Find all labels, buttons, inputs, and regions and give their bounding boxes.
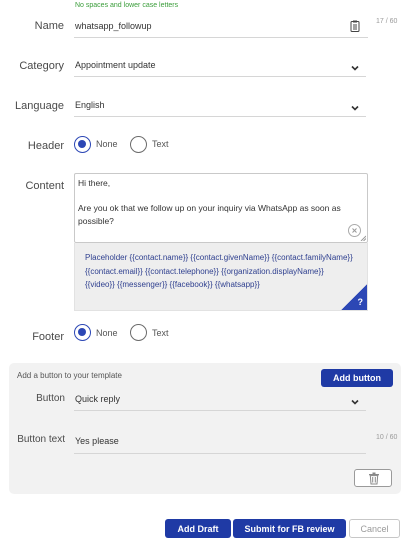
content-label: Content: [25, 180, 64, 192]
add-draft-button[interactable]: Add Draft: [165, 519, 231, 538]
resize-handle-icon[interactable]: [360, 235, 366, 241]
help-glyph: ?: [357, 297, 364, 307]
footer-radio-none-label: None: [96, 328, 118, 338]
header-label: Header: [27, 140, 64, 152]
footer-radio-text[interactable]: [130, 324, 147, 341]
delete-button[interactable]: [354, 469, 392, 487]
chevron-down-icon: [350, 60, 360, 71]
header-radio-text[interactable]: [130, 136, 147, 153]
content-body: Hi there, Are you ok that we follow up o…: [78, 178, 341, 226]
header-radio-none-label: None: [96, 139, 118, 149]
clipboard-icon[interactable]: [350, 19, 360, 32]
category-select[interactable]: Appointment update: [74, 55, 366, 77]
button-text-value: Yes please: [75, 436, 119, 446]
language-select[interactable]: English: [74, 95, 366, 117]
footer-label: Footer: [32, 331, 64, 343]
chevron-down-icon: [350, 100, 360, 111]
button-text-label: Button text: [17, 434, 65, 445]
button-type-select[interactable]: Quick reply: [74, 389, 366, 411]
footer-radio-text-label: Text: [152, 328, 169, 338]
trash-icon: [369, 472, 379, 485]
button-text-counter: 10 / 60: [376, 434, 398, 441]
chevron-down-icon: [350, 394, 360, 405]
name-label: Name: [34, 20, 64, 32]
content-textarea[interactable]: Hi there, Are you ok that we follow up o…: [74, 173, 368, 243]
name-counter: 17 / 60: [376, 18, 398, 25]
add-button-button[interactable]: Add button: [321, 369, 393, 387]
header-radio-none[interactable]: [74, 136, 91, 153]
placeholder-panel: Placeholder {{contact.name}} {{contact.g…: [74, 243, 368, 311]
button-type-label: Button: [36, 393, 65, 404]
category-label: Category: [19, 60, 64, 72]
header-radio-text-label: Text: [152, 139, 169, 149]
placeholder-list: Placeholder {{contact.name}} {{contact.g…: [85, 253, 353, 289]
language-value: English: [75, 100, 105, 110]
name-input[interactable]: whatsapp_followup: [74, 14, 368, 38]
help-icon[interactable]: ?: [341, 284, 367, 310]
name-value: whatsapp_followup: [75, 21, 152, 31]
name-hint: No spaces and lower case letters: [75, 2, 179, 9]
buttons-intro: Add a button to your template: [17, 371, 122, 380]
submit-fb-review-button[interactable]: Submit for FB review: [233, 519, 346, 538]
button-type-value: Quick reply: [75, 394, 121, 404]
language-label: Language: [15, 100, 64, 112]
button-text-input[interactable]: Yes please: [74, 428, 366, 454]
category-value: Appointment update: [75, 60, 156, 70]
footer-radio-none[interactable]: [74, 324, 91, 341]
buttons-panel: Add a button to your template Add button…: [9, 363, 401, 494]
cancel-button[interactable]: Cancel: [349, 519, 400, 538]
